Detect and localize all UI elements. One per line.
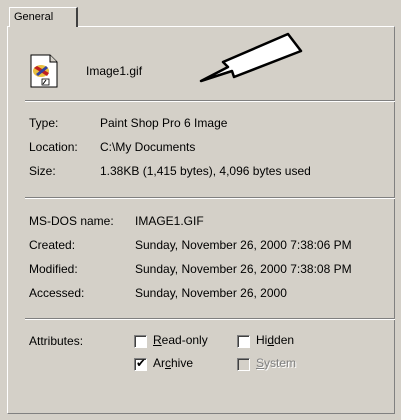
location-label: Location: (29, 140, 78, 154)
location-value: C:\My Documents (100, 140, 196, 154)
type-label: Type: (29, 116, 59, 130)
msdos-name-value: IMAGE1.GIF (135, 214, 204, 228)
archive-label[interactable]: Archive (153, 356, 193, 370)
attributes-label: Attributes: (29, 334, 84, 348)
tab-general[interactable]: General (9, 7, 78, 27)
size-value: 1.38KB (1,415 bytes), 4,096 bytes used (100, 164, 311, 178)
accessed-value: Sunday, November 26, 2000 (135, 286, 287, 300)
archive-checkbox[interactable]: ✔ (134, 356, 147, 371)
separator (25, 100, 395, 102)
accessed-label: Accessed: (29, 286, 85, 300)
type-value: Paint Shop Pro 6 Image (100, 116, 228, 130)
modified-label: Modified: (29, 262, 78, 276)
created-value: Sunday, November 26, 2000 7:38:06 PM (135, 238, 352, 252)
hidden-label[interactable]: Hidden (256, 333, 294, 347)
hidden-checkbox[interactable] (237, 335, 250, 348)
pointer-arrow-icon (199, 32, 303, 83)
created-label: Created: (29, 238, 76, 252)
read-only-label[interactable]: Read-only (153, 333, 208, 347)
system-label: System (256, 356, 297, 370)
checkmark-icon: ✔ (136, 356, 147, 370)
msdos-name-label: MS-DOS name: (29, 214, 114, 228)
read-only-checkbox[interactable] (134, 335, 147, 348)
gif-file-icon (30, 54, 58, 88)
modified-value: Sunday, November 26, 2000 7:38:08 PM (135, 262, 352, 276)
file-name: Image1.gif (86, 64, 143, 78)
tab-general-label: General (14, 11, 54, 23)
separator (25, 318, 395, 320)
separator (25, 197, 395, 199)
size-label: Size: (29, 164, 56, 178)
system-checkbox (237, 358, 250, 371)
